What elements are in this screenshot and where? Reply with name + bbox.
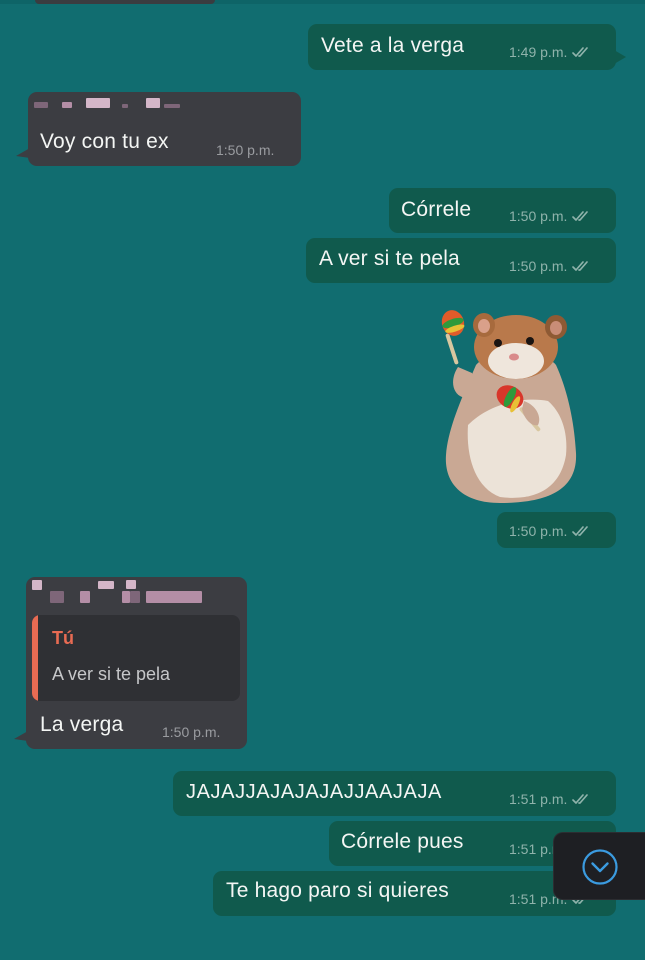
message-bubble-outgoing-sticker-time[interactable]: 1:50 p.m. [497, 512, 616, 548]
message-text: JAJAJJAJAJAJAJJAAJAJA [186, 781, 442, 803]
double-check-icon [572, 47, 589, 57]
message-bubble-outgoing[interactable]: Vete a la verga 1:49 p.m. [308, 24, 626, 70]
quoted-reply[interactable]: Tú A ver si te pela [32, 615, 240, 701]
message-time: 1:49 p.m. [509, 44, 593, 60]
quoted-reply-text: A ver si te pela [52, 664, 171, 684]
message-bubble-outgoing[interactable]: A ver si te pela 1:50 p.m. [306, 238, 616, 283]
message-time-text: 1:51 p.m. [509, 791, 568, 807]
previous-message-stub [35, 0, 215, 4]
message-time-text: 1:49 p.m. [509, 44, 568, 60]
previous-message-edge [0, 0, 645, 4]
message-text: Córrele [401, 198, 472, 221]
message-time-text: 1:50 p.m. [509, 523, 568, 539]
message-time-text: 1:50 p.m. [509, 258, 568, 274]
message-text: Vete a la verga [321, 34, 465, 57]
double-check-icon [572, 211, 589, 221]
message-bubble-incoming[interactable]: Voy con tu ex 1:50 p.m. [16, 92, 301, 166]
message-time: 1:50 p.m. [509, 258, 593, 274]
message-time: 1:50 p.m. [162, 724, 221, 740]
message-time: 1:50 p.m. [509, 208, 593, 224]
quoted-reply-author: Tú [52, 628, 74, 648]
scroll-to-bottom-button[interactable] [553, 832, 645, 900]
message-time-text: 1:50 p.m. [509, 208, 568, 224]
message-bubble-outgoing[interactable]: JAJAJJAJAJAJAJJAAJAJA 1:51 p.m. [173, 771, 616, 816]
chevron-down-circle-icon [582, 849, 618, 885]
message-text: Voy con tu ex [40, 130, 169, 153]
quoted-reply-accent-bar [32, 615, 38, 701]
message-text: Te hago paro si quieres [226, 879, 449, 902]
message-text: La verga [40, 713, 124, 736]
message-bubble-outgoing[interactable]: Córrele 1:50 p.m. [389, 188, 616, 233]
message-text: A ver si te pela [319, 247, 460, 270]
message-time: 1:50 p.m. [216, 142, 275, 158]
message-bubble-incoming[interactable]: Tú A ver si te pela La verga 1:50 p.m. [14, 577, 247, 749]
double-check-icon [572, 261, 589, 271]
message-time: 1:50 p.m. [509, 523, 593, 539]
message-time: 1:51 p.m. [509, 791, 593, 807]
double-check-icon [572, 526, 589, 536]
double-check-icon [572, 794, 589, 804]
hamster-maracas-sticker[interactable] [428, 305, 588, 510]
message-text: Córrele pues [341, 830, 464, 853]
